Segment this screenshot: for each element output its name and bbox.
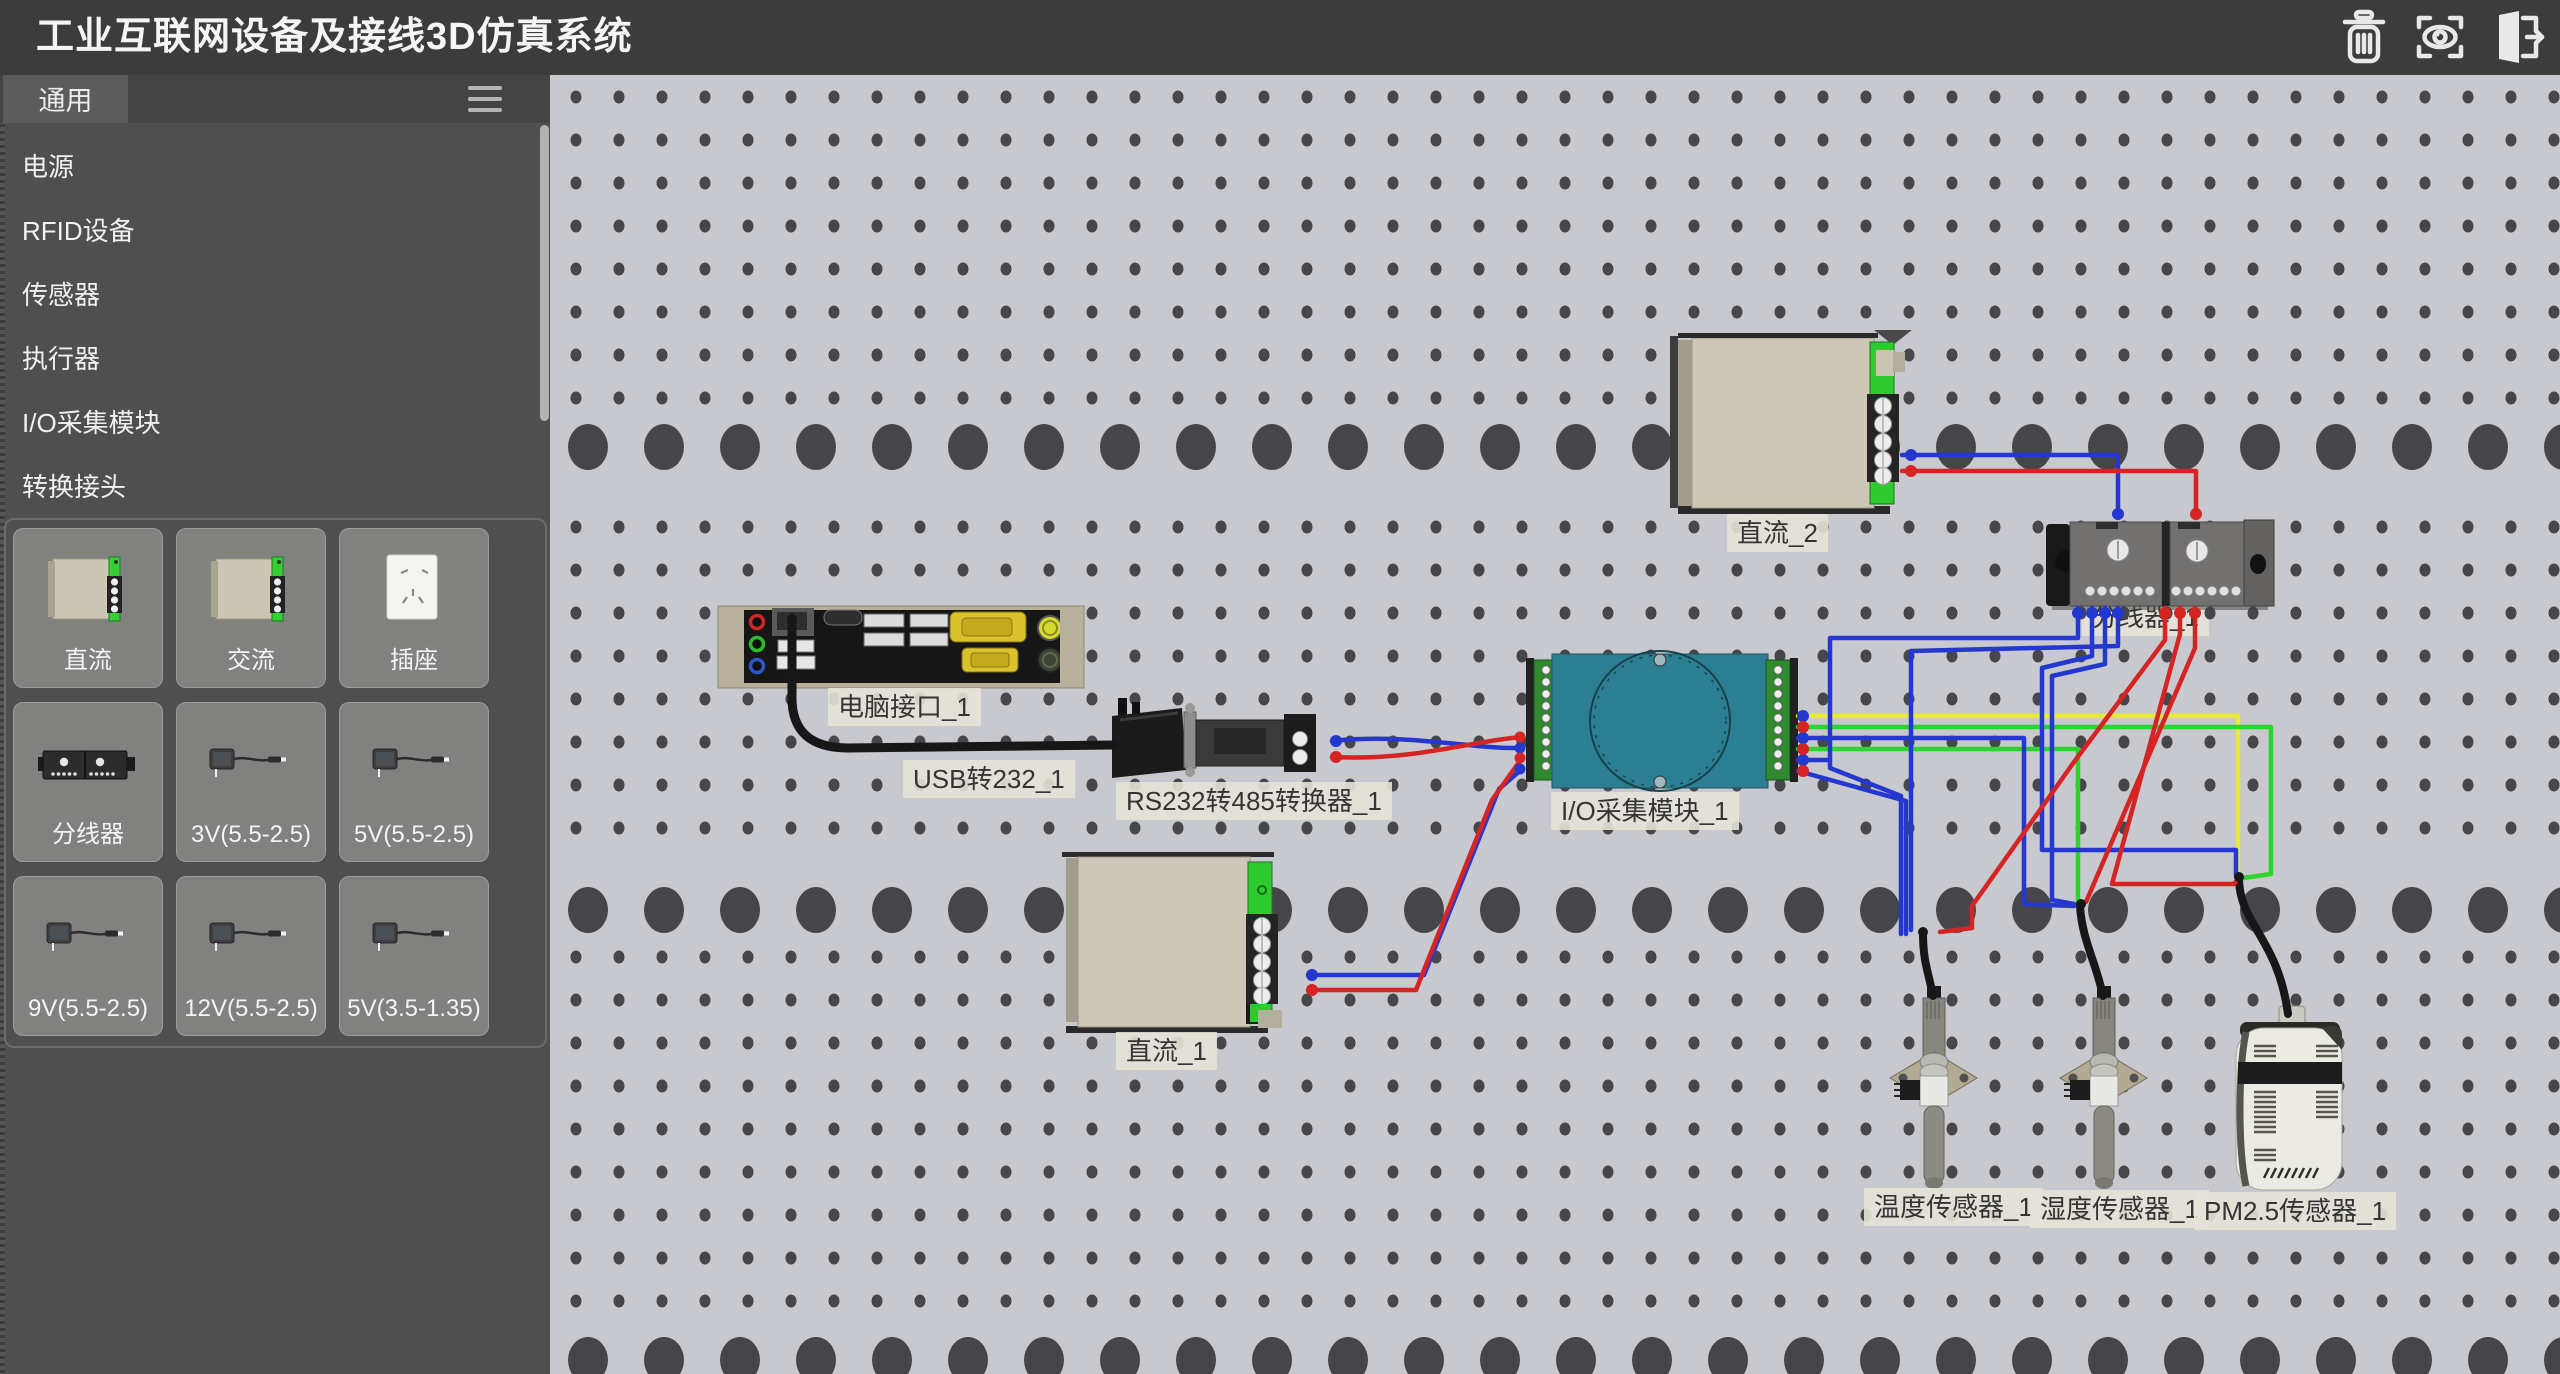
palette-item-label: 12V(5.5-2.5): [184, 995, 317, 1023]
sidebar-item-io-module[interactable]: I/O采集模块: [0, 391, 540, 455]
component-sidebar: 通用 电源RFID设备传感器执行器I/O采集模块转换接头 直流 交流 插座分线器 3V…: [0, 75, 550, 1374]
focus-view-icon[interactable]: [2410, 7, 2470, 67]
adapter-thumbnail: [196, 721, 306, 809]
label-humidity-sensor: 湿度传感器_1: [2030, 1190, 2209, 1228]
sidebar-item-rfid-devices[interactable]: RFID设备: [0, 199, 540, 263]
palette-item-splitter[interactable]: 分线器: [13, 702, 163, 862]
title-bar: 工业互联网设备及接线3D仿真系统: [0, 0, 2560, 75]
palette-item-label: 5V(3.5-1.35): [347, 995, 480, 1023]
splitter-thumbnail: [33, 721, 143, 809]
label-usb-to-232: USB转232_1: [903, 760, 1075, 798]
device-computer-port[interactable]: [718, 606, 1084, 688]
device-humidity-sensor[interactable]: [2060, 986, 2147, 1189]
delete-icon[interactable]: [2334, 7, 2394, 67]
label-rs232-to-485: RS232转485转换器_1: [1116, 782, 1392, 820]
sidebar-tabbar: 通用: [0, 75, 550, 123]
palette-item-12v[interactable]: 12V(5.5-2.5): [176, 876, 326, 1036]
palette-item-label: 3V(5.5-2.5): [191, 821, 311, 849]
app-title: 工业互联网设备及接线3D仿真系统: [36, 0, 633, 75]
adapter-thumbnail: [359, 895, 469, 983]
category-menu: 电源RFID设备传感器执行器I/O采集模块转换接头: [0, 135, 540, 519]
palette-item-3v[interactable]: 3V(5.5-2.5): [176, 702, 326, 862]
palette-item-label: 插座: [390, 640, 438, 675]
palette-item-5v-slim[interactable]: 5V(3.5-1.35): [339, 876, 489, 1036]
label-io-module: I/O采集模块_1: [1551, 792, 1739, 830]
label-pm25-sensor: PM2.5传感器_1: [2194, 1192, 2396, 1230]
tab-general[interactable]: 通用: [3, 73, 128, 123]
palette-item-label: 交流: [227, 640, 275, 675]
palette-panel: 直流 交流 插座分线器 3V(5.5-2.5) 5V(5.5-2.5) 9V(5.5-2.…: [4, 518, 547, 1048]
sidebar-scrollbar[interactable]: [540, 125, 549, 421]
adapter-thumbnail: [359, 721, 469, 809]
socket-thumbnail: [359, 547, 469, 635]
palette-item-socket[interactable]: 插座: [339, 528, 489, 688]
exit-icon[interactable]: [2486, 7, 2546, 67]
label-temp-sensor: 温度传感器_1: [1864, 1188, 2043, 1226]
sidebar-item-power[interactable]: 电源: [0, 135, 540, 199]
device-splitter[interactable]: [2046, 520, 2274, 610]
device-dc-2[interactable]: [1670, 330, 1912, 514]
palette-item-label: 直流: [64, 640, 112, 675]
palette-item-dc[interactable]: 直流: [13, 528, 163, 688]
palette-item-9v[interactable]: 9V(5.5-2.5): [13, 876, 163, 1036]
label-computer-port: 电脑接口_1: [828, 688, 981, 726]
adapter-thumbnail: [33, 895, 143, 983]
header-toolbar: [2334, 7, 2546, 67]
device-io-module[interactable]: [1526, 651, 1798, 791]
device-pm25-sensor[interactable]: [2236, 1006, 2342, 1190]
device-dc-1[interactable]: [1062, 852, 1282, 1033]
sidebar-item-adapters[interactable]: 转换接头: [0, 455, 540, 519]
sidebar-item-actuators[interactable]: 执行器: [0, 327, 540, 391]
palette-grid: 直流 交流 插座分线器 3V(5.5-2.5) 5V(5.5-2.5) 9V(5.5-2.…: [6, 520, 545, 1036]
adapter-thumbnail: [196, 895, 306, 983]
device-temp-sensor[interactable]: [1890, 986, 1977, 1189]
label-dc-1: 直流_1: [1116, 1032, 1217, 1070]
palette-item-5v[interactable]: 5V(5.5-2.5): [339, 702, 489, 862]
label-dc-2: 直流_2: [1727, 514, 1828, 552]
palette-item-ac[interactable]: 交流: [176, 528, 326, 688]
menu-icon[interactable]: [468, 86, 502, 114]
palette-item-label: 分线器: [52, 814, 124, 849]
psu-thumbnail: [196, 547, 306, 635]
psu-thumbnail: [33, 547, 143, 635]
palette-item-label: 9V(5.5-2.5): [28, 995, 148, 1023]
device-rs232-485-converter[interactable]: [1112, 698, 1316, 778]
simulation-canvas[interactable]: 分线器_1 电脑接口_1 USB转232_1 RS232转485转换器_1 I/…: [550, 75, 2560, 1374]
sidebar-item-sensors[interactable]: 传感器: [0, 263, 540, 327]
palette-item-label: 5V(5.5-2.5): [354, 821, 474, 849]
